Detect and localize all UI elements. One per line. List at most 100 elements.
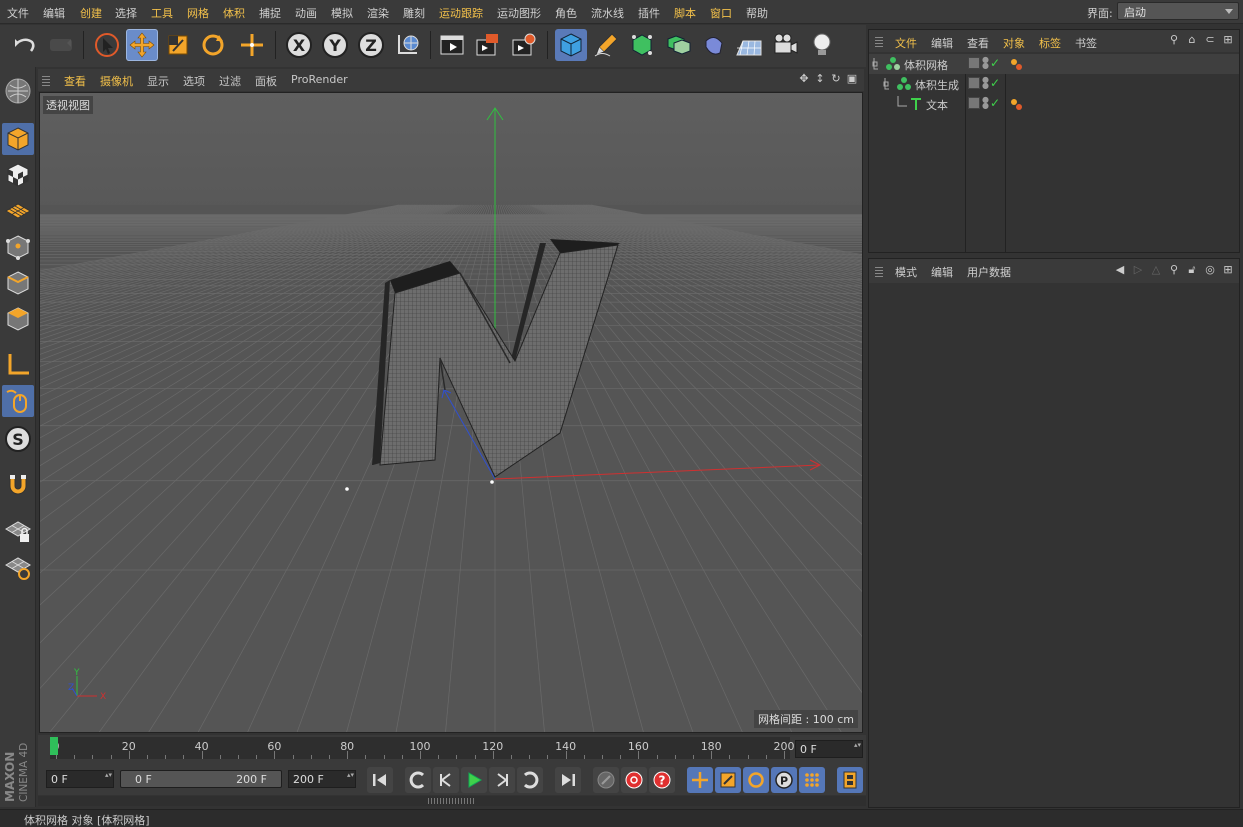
am-menu-user-data[interactable]: 用户数据 [967, 264, 1011, 280]
menu-sculpt[interactable]: 雕刻 [403, 5, 425, 21]
viewport-menu-options[interactable]: 选项 [183, 73, 205, 89]
key-scale-button[interactable] [715, 767, 741, 793]
switch-view-icon[interactable]: ▣ [846, 72, 858, 86]
menu-edit[interactable]: 编辑 [43, 5, 65, 21]
redo-button[interactable] [45, 29, 77, 61]
viewport-menu-cameras[interactable]: 摄像机 [100, 73, 133, 89]
layer-box[interactable] [968, 77, 980, 89]
model-mode-button[interactable] [2, 123, 34, 155]
object-row-volume-builder[interactable]: 体积生成 ● ● ✓ [869, 74, 1239, 94]
perspective-viewport[interactable]: Y Z X 透视视图 网格间距 : 100 cm [39, 92, 863, 733]
menu-script[interactable]: 脚本 [674, 5, 696, 21]
tag-icon[interactable] [1009, 97, 1025, 113]
start-frame-field[interactable]: 0 F [46, 770, 114, 788]
enabled-check-icon[interactable]: ✓ [990, 77, 1000, 89]
lock-icon[interactable]: 🔓︎ [1185, 263, 1199, 277]
search-icon[interactable]: ⚲ [1167, 263, 1181, 277]
forward-arrow-icon[interactable]: ▷ [1131, 263, 1145, 277]
polygons-mode-button[interactable] [2, 303, 34, 335]
pan-view-icon[interactable]: ✥ [798, 72, 810, 86]
target-icon[interactable]: ◎ [1203, 263, 1217, 277]
key-parameter-button[interactable]: P [771, 767, 797, 793]
prev-frame-button[interactable] [433, 767, 459, 793]
workplane-lock-button[interactable] [2, 515, 34, 547]
home-icon[interactable]: ⌂ [1185, 33, 1199, 47]
recent-tool-button[interactable] [236, 29, 268, 61]
light-object-button[interactable] [806, 29, 838, 61]
scale-tool-button[interactable] [162, 29, 194, 61]
undo-button[interactable] [9, 29, 41, 61]
viewport-menu-view[interactable]: 查看 [64, 73, 86, 89]
layer-box[interactable] [968, 57, 980, 69]
workplane-align-button[interactable] [2, 551, 34, 583]
zoom-view-icon[interactable]: ↕ [814, 72, 826, 86]
menu-render[interactable]: 渲染 [367, 5, 389, 21]
lock-x-axis-button[interactable]: X [283, 29, 315, 61]
search-icon[interactable]: ⚲ [1167, 33, 1181, 47]
menu-plugins[interactable]: 插件 [638, 5, 660, 21]
viewport-menu-display[interactable]: 显示 [147, 73, 169, 89]
keyframe-selection-button[interactable]: ? [649, 767, 675, 793]
menu-simulate[interactable]: 模拟 [331, 5, 353, 21]
cube-object-button[interactable] [555, 29, 587, 61]
object-row-volume-mesher[interactable]: 体积网格 ● ● ✓ [869, 54, 1239, 74]
menu-mograph[interactable]: 运动图形 [497, 5, 541, 21]
om-menu-view[interactable]: 查看 [967, 35, 989, 51]
goto-end-button[interactable] [555, 767, 581, 793]
visibility-dots[interactable]: ● ● [982, 56, 989, 70]
prev-key-button[interactable] [405, 767, 431, 793]
menu-volume[interactable]: 体积 [223, 5, 245, 21]
viewport-menu-filter[interactable]: 过滤 [219, 73, 241, 89]
viewport-menu-prorender[interactable]: ProRender [291, 73, 348, 86]
object-name[interactable]: 文本 [926, 97, 948, 113]
camera-object-button[interactable] [769, 29, 801, 61]
enabled-check-icon[interactable]: ✓ [990, 57, 1000, 69]
autokey-button[interactable] [621, 767, 647, 793]
rotate-view-icon[interactable]: ↻ [830, 72, 842, 86]
make-editable-button[interactable] [2, 75, 34, 107]
menu-character[interactable]: 角色 [555, 5, 577, 21]
frame-ruler[interactable]: 020406080100120140160180200 [50, 737, 795, 759]
snap-button[interactable] [2, 469, 34, 501]
pen-spline-button[interactable] [590, 29, 622, 61]
tag-icon[interactable] [1009, 57, 1025, 73]
object-row-text[interactable]: 文本 ● ● ✓ [869, 94, 1239, 114]
menu-motion-tracking[interactable]: 运动跟踪 [439, 5, 483, 21]
menu-animate[interactable]: 动画 [295, 5, 317, 21]
deformer-button[interactable] [698, 29, 730, 61]
menu-tools[interactable]: 工具 [151, 5, 173, 21]
visibility-dots[interactable]: ● ● [982, 76, 989, 90]
current-frame-field[interactable]: 0 F [795, 740, 863, 758]
viewport-menu-panel[interactable]: 面板 [255, 73, 277, 89]
om-menu-tags[interactable]: 标签 [1039, 35, 1061, 51]
points-mode-button[interactable] [2, 231, 34, 263]
workplane-mode-button[interactable] [2, 195, 34, 227]
object-name[interactable]: 体积生成 [915, 77, 959, 93]
up-arrow-icon[interactable]: △ [1149, 263, 1163, 277]
menu-file[interactable]: 文件 [7, 5, 29, 21]
live-select-button[interactable] [91, 29, 123, 61]
new-window-icon[interactable]: ⊞ [1221, 33, 1235, 47]
coordinate-system-button[interactable] [391, 29, 423, 61]
menu-snap[interactable]: 捕捉 [259, 5, 281, 21]
am-menu-edit[interactable]: 编辑 [931, 264, 953, 280]
record-keys-button[interactable] [593, 767, 619, 793]
render-settings-button[interactable] [508, 29, 540, 61]
lock-z-axis-button[interactable]: Z [355, 29, 387, 61]
floor-button[interactable] [733, 29, 765, 61]
next-frame-button[interactable] [489, 767, 515, 793]
key-pla-button[interactable] [799, 767, 825, 793]
menu-window[interactable]: 窗口 [710, 5, 732, 21]
tree-expand-icon[interactable] [883, 77, 897, 91]
move-tool-button[interactable] [126, 29, 158, 61]
menu-create[interactable]: 创建 [80, 5, 102, 21]
solo-mode-button[interactable]: S [2, 423, 34, 455]
axis-mode-button[interactable] [2, 349, 34, 381]
key-position-button[interactable] [687, 767, 713, 793]
texture-mode-button[interactable] [2, 159, 34, 191]
render-view-button[interactable] [436, 29, 468, 61]
object-name[interactable]: 体积网格 [904, 57, 948, 73]
edges-mode-button[interactable] [2, 267, 34, 299]
new-window-icon[interactable]: ⊞ [1221, 263, 1235, 277]
next-key-button[interactable] [517, 767, 543, 793]
